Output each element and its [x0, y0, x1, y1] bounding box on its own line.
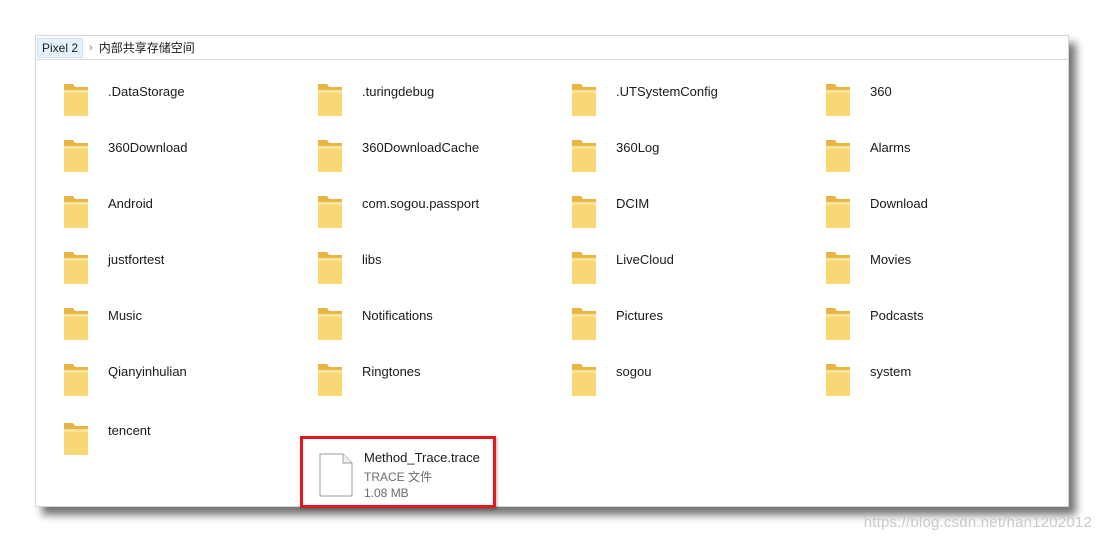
- watermark: https://blog.csdn.net/han1202012: [863, 514, 1092, 531]
- breadcrumb-device[interactable]: Pixel 2: [37, 37, 84, 58]
- folder-icon: [572, 252, 596, 284]
- folder-item[interactable]: Android: [36, 182, 276, 234]
- folder-name: 360Log: [616, 140, 660, 155]
- folder-icon: [64, 84, 88, 116]
- folder-item[interactable]: 360Log: [544, 126, 784, 178]
- folder-item[interactable]: LiveCloud: [544, 238, 784, 290]
- chevron-right-icon[interactable]: ›: [89, 42, 93, 54]
- folder-name: justfortest: [108, 252, 165, 267]
- folder-icon: [318, 84, 342, 116]
- folder-item[interactable]: system: [798, 350, 1038, 402]
- folder-name: Android: [108, 196, 153, 211]
- folder-name: tencent: [108, 423, 151, 438]
- folder-item[interactable]: justfortest: [36, 238, 276, 290]
- file-explorer-window: Pixel 2 › 内部共享存储空间 Method_Trace.trace TR…: [35, 35, 1069, 508]
- folder-item[interactable]: Qianyinhulian: [36, 350, 276, 402]
- folder-name: Pictures: [616, 308, 663, 323]
- folder-item[interactable]: com.sogou.passport: [290, 182, 530, 234]
- file-name: Method_Trace.trace: [364, 450, 480, 465]
- folder-item[interactable]: Alarms: [798, 126, 1038, 178]
- folder-name: Ringtones: [362, 364, 421, 379]
- folder-icon: [64, 196, 88, 228]
- folder-item[interactable]: Music: [36, 294, 276, 346]
- folder-item[interactable]: DCIM: [544, 182, 784, 234]
- folder-icon: [64, 423, 88, 455]
- folder-name: .DataStorage: [108, 84, 185, 99]
- folder-name: Download: [870, 196, 928, 211]
- file-item-method-trace[interactable]: Method_Trace.trace TRACE 文件 1.08 MB: [300, 436, 496, 508]
- folder-name: system: [870, 364, 912, 379]
- folder-name: .turingdebug: [362, 84, 435, 99]
- folder-name: DCIM: [616, 196, 650, 211]
- folder-icon: [318, 364, 342, 396]
- folder-icon: [572, 364, 596, 396]
- folder-item[interactable]: 360: [798, 70, 1038, 122]
- folder-icon: [64, 140, 88, 172]
- breadcrumb: Pixel 2 › 内部共享存储空间: [36, 36, 1068, 60]
- folder-item[interactable]: Download: [798, 182, 1038, 234]
- folder-name: libs: [362, 252, 382, 267]
- folder-name: Notifications: [362, 308, 433, 323]
- folder-name: com.sogou.passport: [362, 196, 480, 211]
- folder-icon: [572, 196, 596, 228]
- folder-name: Qianyinhulian: [108, 364, 187, 379]
- folder-icon: [318, 140, 342, 172]
- folder-icon: [572, 308, 596, 340]
- folder-icon: [826, 308, 850, 340]
- folder-item[interactable]: 360DownloadCache: [290, 126, 530, 178]
- folder-name: 360: [870, 84, 892, 99]
- folder-name: .UTSystemConfig: [616, 84, 718, 99]
- folder-name: 360Download: [108, 140, 188, 155]
- folder-icon: [64, 252, 88, 284]
- folder-item[interactable]: .turingdebug: [290, 70, 530, 122]
- folder-name: Movies: [870, 252, 912, 267]
- file-type: TRACE 文件: [364, 470, 433, 484]
- folder-icon: [318, 252, 342, 284]
- folder-name: LiveCloud: [616, 252, 674, 267]
- items-view: Method_Trace.trace TRACE 文件 1.08 MB .Dat…: [36, 70, 1068, 508]
- folder-item[interactable]: tencent: [36, 409, 276, 461]
- folder-item[interactable]: Ringtones: [290, 350, 530, 402]
- folder-item[interactable]: libs: [290, 238, 530, 290]
- folder-item[interactable]: Pictures: [544, 294, 784, 346]
- folder-item[interactable]: Movies: [798, 238, 1038, 290]
- folder-item[interactable]: .DataStorage: [36, 70, 276, 122]
- folder-name: 360DownloadCache: [362, 140, 480, 155]
- folder-item[interactable]: Podcasts: [798, 294, 1038, 346]
- folder-name: Alarms: [870, 140, 911, 155]
- folder-icon: [572, 140, 596, 172]
- breadcrumb-current-folder[interactable]: 内部共享存储空间: [99, 39, 195, 56]
- folder-icon: [64, 308, 88, 340]
- file-icon: [319, 453, 353, 497]
- folder-icon: [572, 84, 596, 116]
- folder-icon: [826, 140, 850, 172]
- folder-item[interactable]: sogou: [544, 350, 784, 402]
- folder-name: sogou: [616, 364, 652, 379]
- folder-item[interactable]: .UTSystemConfig: [544, 70, 784, 122]
- folder-name: Podcasts: [870, 308, 924, 323]
- folder-icon: [318, 196, 342, 228]
- folder-icon: [318, 308, 342, 340]
- folder-icon: [826, 196, 850, 228]
- folder-item[interactable]: 360Download: [36, 126, 276, 178]
- folder-icon: [64, 364, 88, 396]
- folder-icon: [826, 364, 850, 396]
- folder-name: Music: [108, 308, 142, 323]
- folder-icon: [826, 84, 850, 116]
- file-size: 1.08 MB: [364, 486, 409, 500]
- folder-icon: [826, 252, 850, 284]
- folder-item[interactable]: Notifications: [290, 294, 530, 346]
